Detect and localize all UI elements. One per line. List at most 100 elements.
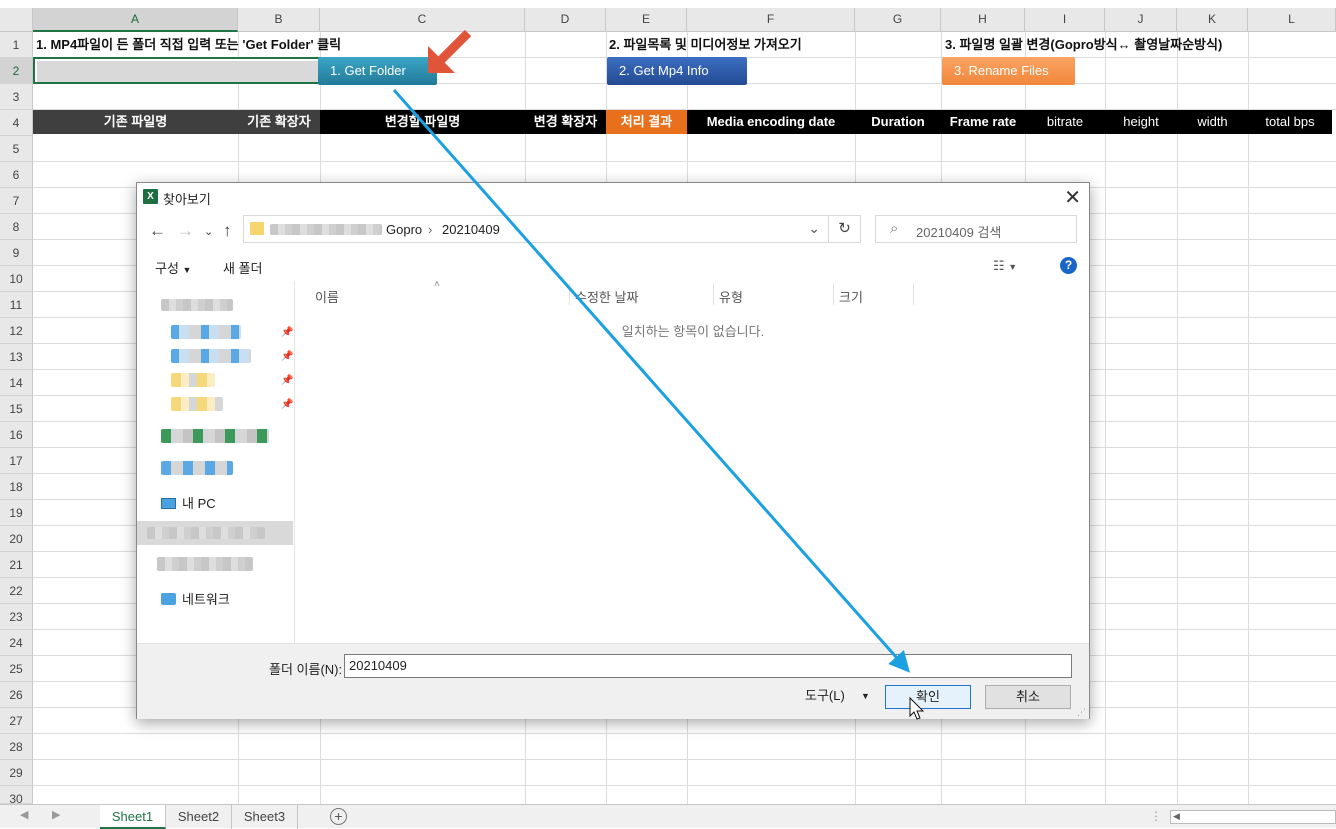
row-header[interactable]: 11 [0,292,33,318]
get-folder-button[interactable]: 1. Get Folder [318,57,437,85]
blurred-nav-item[interactable] [157,557,253,571]
tab-scroll-left-icon[interactable]: ◀ [20,808,28,821]
organize-button[interactable]: 구성 ▼ [155,258,191,277]
tab-sheet1[interactable]: Sheet1 [100,805,166,829]
help-icon[interactable]: ? [1060,257,1077,274]
resize-grip-icon[interactable]: ⋰ [1077,707,1086,718]
get-mp4-info-button[interactable]: 2. Get Mp4 Info [607,57,747,85]
address-dropdown-chevron-icon[interactable]: ⌄ [808,220,820,237]
column-size[interactable]: 크기 [839,287,863,306]
row-header[interactable]: 14 [0,370,33,396]
column-header-e[interactable]: E [606,8,687,32]
up-arrow-icon[interactable]: ↑ [223,221,232,241]
row-header[interactable]: 7 [0,188,33,214]
column-header-j[interactable]: J [1105,8,1177,32]
row-header[interactable]: 25 [0,656,33,682]
row-header[interactable]: 6 [0,162,33,188]
blurred-pinned-item[interactable] [171,349,251,363]
blurred-nav-item[interactable] [161,429,269,443]
ok-button[interactable]: 확인 [885,685,971,709]
row-header[interactable]: 10 [0,266,33,292]
row-header[interactable]: 27 [0,708,33,734]
row-header[interactable]: 24 [0,630,33,656]
row-header[interactable]: 8 [0,214,33,240]
recent-locations-chevron-icon[interactable]: ⌄ [204,225,213,238]
dialog-titlebar[interactable]: X 찾아보기 ✕ [137,183,1089,211]
this-pc-item[interactable]: 내 PC [161,493,216,512]
breadcrumb-gopro[interactable]: Gopro [386,222,422,237]
row-header[interactable]: 26 [0,682,33,708]
scroll-left-arrow-icon[interactable]: ◀ [1173,811,1180,822]
column-header-g[interactable]: G [855,8,941,32]
column-separator[interactable] [713,283,714,305]
column-separator[interactable] [833,283,834,305]
row-header[interactable]: 21 [0,552,33,578]
row-header[interactable]: 13 [0,344,33,370]
tab-scroll-right-icon[interactable]: ▶ [52,808,60,821]
column-header-c[interactable]: C [320,8,525,32]
horizontal-scrollbar[interactable]: ◀ [1170,810,1336,824]
row-header[interactable]: 16 [0,422,33,448]
row-header[interactable]: 4 [0,110,33,136]
row-header[interactable]: 12 [0,318,33,344]
column-separator[interactable] [569,283,570,305]
column-separator[interactable] [913,283,914,305]
row-header[interactable]: 1 [0,32,33,58]
forward-arrow-icon[interactable]: → [177,221,194,241]
row-header[interactable]: 22 [0,578,33,604]
blurred-pinned-folder[interactable] [171,397,223,411]
column-header-a[interactable]: A [33,8,238,32]
row-header[interactable]: 19 [0,500,33,526]
column-header-f[interactable]: F [687,8,855,32]
row-header[interactable]: 28 [0,734,33,760]
row-header[interactable]: 20 [0,526,33,552]
rename-files-button[interactable]: 3. Rename Files [942,57,1075,85]
add-sheet-icon[interactable]: + [330,808,347,825]
column-header-l[interactable]: L [1248,8,1336,32]
splitter-icon[interactable]: ⋮ [1150,809,1162,823]
tab-sheet3[interactable]: Sheet3 [232,805,298,829]
row-header[interactable]: 9 [0,240,33,266]
blurred-pinned-item[interactable] [171,325,241,339]
pin-icon[interactable]: 📌 [281,351,293,362]
column-header-k[interactable]: K [1177,8,1248,32]
selected-nav-item[interactable] [137,521,293,545]
tab-sheet2[interactable]: Sheet2 [166,805,232,829]
search-input[interactable]: ⌕ 20210409 검색 [875,215,1077,243]
blurred-nav-item[interactable] [161,299,233,311]
column-modified[interactable]: 수정한 날짜 [575,287,638,306]
row-header[interactable]: 5 [0,136,33,162]
select-all-corner[interactable] [0,8,33,32]
column-header-d[interactable]: D [525,8,606,32]
close-icon[interactable]: ✕ [1064,185,1081,210]
row-header[interactable]: 18 [0,474,33,500]
pin-icon[interactable]: 📌 [281,399,293,410]
row-header[interactable]: 17 [0,448,33,474]
column-name[interactable]: 이름 [315,287,339,306]
row-header[interactable]: 23 [0,604,33,630]
column-header-i[interactable]: I [1025,8,1105,32]
blurred-pinned-folder[interactable] [171,373,215,387]
blurred-nav-item[interactable] [161,461,233,475]
tools-button[interactable]: 도구(L) ▼ [805,685,875,709]
column-header-b[interactable]: B [238,8,320,32]
column-type[interactable]: 유형 [719,287,743,306]
breadcrumb-20210409[interactable]: 20210409 [442,222,500,237]
refresh-icon[interactable]: ↻ [829,215,861,243]
row-header[interactable]: 2 [0,58,33,84]
pin-icon[interactable]: 📌 [281,327,293,338]
row-header[interactable]: 15 [0,396,33,422]
folder-name-input[interactable]: 20210409 [344,654,1072,678]
pin-icon[interactable]: 📌 [281,375,293,386]
address-bar[interactable]: Gopro › 20210409 ⌄ [243,215,829,243]
view-options-icon[interactable]: ☷ ▼ [993,258,1017,274]
cancel-button[interactable]: 취소 [985,685,1071,709]
new-folder-button[interactable]: 새 폴더 [223,258,263,277]
folder-path-cell[interactable] [33,57,320,84]
row-header[interactable]: 30 [0,786,33,806]
row-header[interactable]: 29 [0,760,33,786]
row-header[interactable]: 3 [0,84,33,110]
network-item[interactable]: 네트워크 [161,589,230,608]
column-header-h[interactable]: H [941,8,1025,32]
back-arrow-icon[interactable]: ← [149,221,166,241]
